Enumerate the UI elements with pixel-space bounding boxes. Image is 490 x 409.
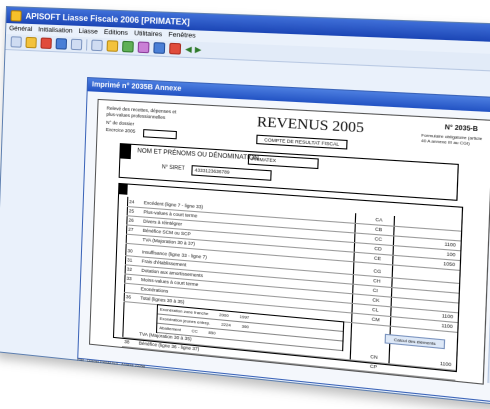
document-icon[interactable] [106,40,119,52]
row-code: CD [374,245,382,252]
open-folder-icon[interactable] [25,36,37,49]
exoneration-code: CC [191,328,198,334]
row-code: CK [372,297,380,304]
regime-box: COMPTE DE RESULTAT FISCAL [256,134,348,150]
form-code-note: Formulaire obligatoire (article 40 A ann… [420,132,483,146]
row-number: 33 [126,275,132,282]
row-code: CP [369,363,378,370]
row-code: CB [374,226,383,233]
delete-icon[interactable] [40,37,52,50]
table-icon[interactable] [122,40,134,53]
section-marker [119,183,128,195]
app-icon [10,9,22,22]
exercice-year-label: Exercice 2005 [105,126,136,134]
toolbar-divider [86,39,88,51]
row-value[interactable]: 1100 [441,323,453,329]
exoneration-label: Abattement [159,324,182,333]
row-value[interactable]: 1100 [440,361,452,368]
row-value[interactable]: 1100 [442,313,454,319]
calc-icon[interactable] [91,39,103,52]
row-code: CG [373,268,382,275]
result-section: 24 Excédent (ligne 7 - ligne 33) CA 25 Plus-… [112,182,464,381]
row-number [126,285,134,286]
row-value[interactable]: 100 [447,251,456,257]
row-code: CC [374,236,383,243]
menu-item-general[interactable]: Général [9,25,32,33]
app-window: APISOFT Liasse Fiscale 2006 [PRIMATEX] G… [0,6,490,408]
exoneration-code: 2224 [221,321,231,328]
menu-item-editions[interactable]: Editions [104,29,128,37]
back-arrow-icon[interactable]: ◀ [185,44,192,54]
settings-icon[interactable] [153,42,166,54]
row-number: 36 [125,294,132,300]
row-number: 31 [127,257,133,263]
row-value[interactable]: 1100 [444,241,456,247]
row-number: 32 [126,266,133,273]
row-code: CA [375,216,383,223]
dossier-label: N° de dossier [105,119,135,127]
row-code: CH [373,277,381,284]
menu-item-liasse[interactable]: Liasse [78,28,97,36]
row-number: 30 [127,248,133,254]
row-number: 24 [129,199,135,205]
exercice-label: N° de dossier [106,120,134,127]
new-icon[interactable] [10,36,22,48]
row-number: 38 [124,338,130,345]
form-window: Imprimé n° 2035B Annexe × Relevé des rec… [77,76,490,403]
row-number: 27 [128,226,134,233]
screen: APISOFT Liasse Fiscale 2006 [PRIMATEX] G… [0,0,490,408]
row-label: TVA (Majoration 30 à 37) [142,236,196,247]
row-code: CI [372,287,379,294]
row-label: Total (lignes 30 à 35) [140,295,185,305]
exoneration-value[interactable]: 300 [241,322,249,331]
exoneration-code: 2000 [219,311,229,319]
row-number [128,236,136,237]
row-code: CL [371,306,379,313]
row-label: Exonérations [140,286,169,294]
calculate-button[interactable]: Calcul des éléments [384,333,446,350]
menu-item-fenetres[interactable]: Fenêtres [168,31,195,39]
form-header-note: Relevé des recettes, dépenses et plus-va… [106,105,177,120]
exoneration-value[interactable]: 1997 [239,313,249,322]
form-window-title: Imprimé n° 2035B Annexe [91,81,182,93]
exercice-input[interactable] [142,129,177,140]
tax-form: Relevé des recettes, dépenses et plus-va… [88,98,490,385]
name-label: NOM ET PRÉNOMS OU DÉNOMINATION [137,148,259,163]
section-marker [120,144,132,160]
menu-item-utilitaires[interactable]: Utilitaires [134,30,162,38]
name-field[interactable]: PRIMATEX [247,154,319,170]
menu-item-initialisation[interactable]: Initialisation [38,26,73,34]
siret-field[interactable]: 4333123636789 [191,165,272,181]
help-icon[interactable] [169,42,182,55]
row-number [125,330,133,331]
preview-icon[interactable] [70,38,83,51]
exoneration-value[interactable]: 850 [208,329,215,338]
row-number: 25 [128,208,135,214]
form-title: REVENUS 2005 [256,114,365,137]
print-icon[interactable] [55,38,68,50]
row-number: 26 [128,217,134,223]
row-code: CE [373,255,382,262]
forward-arrow-icon[interactable]: ▶ [195,45,202,55]
row-code: CM [371,316,380,323]
siret-label: N° SIRET [161,164,185,172]
row-value[interactable]: 1050 [443,261,455,267]
chart-icon[interactable] [137,41,150,54]
form-code: N° 2035-B [444,124,479,134]
